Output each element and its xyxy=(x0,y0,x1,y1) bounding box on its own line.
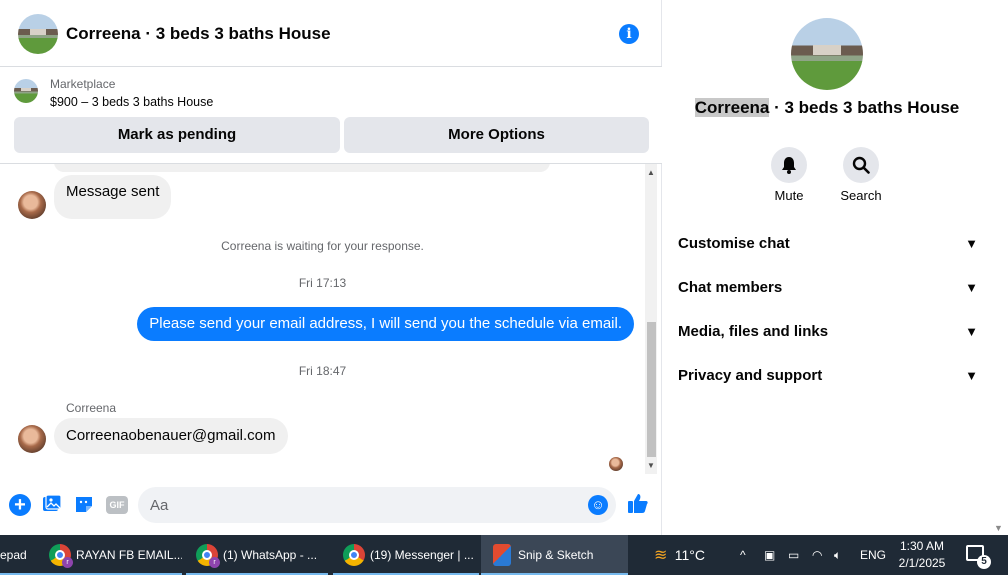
image-icon[interactable] xyxy=(41,494,63,516)
notification-count: 5 xyxy=(977,555,991,569)
timestamp: Fri 18:47 xyxy=(298,364,347,378)
scroll-down-icon[interactable]: ▼ xyxy=(645,460,657,472)
volume-icon[interactable]: 🔈︎ xyxy=(834,535,841,575)
listing-summary[interactable]: $900 – 3 beds 3 baths House xyxy=(50,95,213,109)
chevron-down-icon: ▼ xyxy=(965,324,978,339)
section-media-files-links[interactable]: Media, files and links ▼ xyxy=(678,323,978,347)
section-label: Customise chat xyxy=(678,235,790,252)
mark-as-pending-button[interactable]: Mark as pending xyxy=(14,117,340,153)
timestamp: Fri 17:13 xyxy=(298,276,347,290)
sender-name: Correena xyxy=(66,401,117,415)
info-title-rest: · 3 beds 3 baths House xyxy=(769,98,960,117)
clock-date: 2/1/2025 xyxy=(898,556,946,570)
scroll-thumb[interactable] xyxy=(647,322,656,457)
contact-avatar[interactable] xyxy=(18,425,46,453)
taskbar-item-snip-sketch[interactable]: Snip & Sketch xyxy=(481,535,628,575)
add-icon[interactable]: + xyxy=(9,494,31,516)
message-list: Message sent Correena is waiting for you… xyxy=(0,164,645,478)
chevron-down-icon: ▼ xyxy=(965,368,978,383)
section-label: Privacy and support xyxy=(678,367,823,384)
taskbar-item-label: epad xyxy=(0,548,27,562)
section-customise-chat[interactable]: Customise chat ▼ xyxy=(678,235,978,259)
taskbar-item-label: (19) Messenger | ... xyxy=(370,548,474,562)
scroll-down-icon[interactable]: ▼ xyxy=(994,523,1003,533)
message-input[interactable] xyxy=(138,487,616,523)
meet-now-icon[interactable]: ▣ xyxy=(764,535,775,575)
chevron-down-icon: ▼ xyxy=(965,236,978,251)
search-label: Search xyxy=(840,188,882,203)
contact-avatar[interactable] xyxy=(18,191,46,219)
scroll-up-icon[interactable]: ▲ xyxy=(645,167,657,179)
marketplace-bar: Marketplace $900 – 3 beds 3 baths House … xyxy=(0,67,662,164)
chevron-down-icon: ▼ xyxy=(965,280,978,295)
section-label: Media, files and links xyxy=(678,323,829,340)
waiting-notice: Correena is waiting for your response. xyxy=(221,239,424,253)
listing-thumbnail[interactable] xyxy=(14,79,38,103)
chat-pane: Correena · 3 beds 3 baths House i Market… xyxy=(0,0,662,535)
chat-header: Correena · 3 beds 3 baths House i xyxy=(0,0,662,67)
incoming-message[interactable]: Message sent xyxy=(54,175,172,219)
weather-widget[interactable]: ≋ 11°C xyxy=(654,535,724,575)
more-options-button[interactable]: More Options xyxy=(344,117,649,153)
section-privacy-support[interactable]: Privacy and support ▼ xyxy=(678,367,978,391)
emoji-icon[interactable]: ☺ xyxy=(588,495,608,515)
taskbar-item-label: RAYAN FB EMAIL... xyxy=(76,548,182,562)
read-receipt-avatar xyxy=(609,457,623,471)
weather-icon: ≋ xyxy=(654,547,668,564)
mute-label: Mute xyxy=(774,188,804,203)
weather-temp: 11°C xyxy=(674,547,705,563)
profile-badge-icon: r xyxy=(62,557,73,568)
listing-avatar[interactable] xyxy=(18,14,58,54)
composer: + GIF ☺ xyxy=(0,484,662,528)
show-hidden-icons-icon[interactable]: ^ xyxy=(740,535,746,575)
section-label: Chat members xyxy=(678,279,783,296)
chrome-icon xyxy=(343,544,365,566)
sticker-icon[interactable] xyxy=(73,494,95,516)
mute-button[interactable] xyxy=(771,147,807,183)
clock[interactable]: 1:30 AM 2/1/2025 xyxy=(885,538,959,572)
language-indicator[interactable]: ENG xyxy=(860,535,886,575)
thumbs-up-icon[interactable] xyxy=(627,492,649,520)
info-title: Correena · 3 beds 3 baths House xyxy=(663,98,991,118)
contact-name-highlight: Correena xyxy=(694,98,770,117)
search-button[interactable] xyxy=(843,147,879,183)
profile-photo[interactable] xyxy=(791,18,863,90)
taskbar-item-messenger[interactable]: (19) Messenger | ... xyxy=(333,535,479,575)
gif-icon[interactable]: GIF xyxy=(106,496,128,514)
taskbar-item-whatsapp[interactable]: r (1) WhatsApp - ... xyxy=(186,535,328,575)
taskbar-item-label: (1) WhatsApp - ... xyxy=(223,548,318,562)
message-scrollbar[interactable]: ▲ ▼ xyxy=(645,164,657,474)
wifi-icon[interactable]: ◠ xyxy=(812,535,822,575)
taskbar-item-chrome-email[interactable]: r RAYAN FB EMAIL... xyxy=(40,535,182,575)
snip-sketch-icon xyxy=(493,544,511,566)
taskbar-item-notepad[interactable]: epad xyxy=(0,535,40,575)
page-scrollbar[interactable]: ▼ xyxy=(991,0,1008,535)
chat-title[interactable]: Correena · 3 beds 3 baths House xyxy=(66,24,331,44)
clock-time: 1:30 AM xyxy=(899,539,945,553)
battery-icon[interactable]: ▭ xyxy=(788,535,799,575)
message-bubble-partial xyxy=(54,164,550,172)
screen: Correena · 3 beds 3 baths House i Market… xyxy=(0,0,1008,575)
info-panel: Correena · 3 beds 3 baths House Mute Sea… xyxy=(663,0,991,535)
profile-badge-icon: r xyxy=(209,557,220,568)
taskbar: epad r RAYAN FB EMAIL... r (1) WhatsApp … xyxy=(0,535,1008,575)
marketplace-label: Marketplace xyxy=(50,77,116,91)
section-chat-members[interactable]: Chat members ▼ xyxy=(678,279,978,303)
outgoing-message[interactable]: Please send your email address, I will s… xyxy=(137,307,634,341)
taskbar-item-label: Snip & Sketch xyxy=(518,548,594,562)
info-icon[interactable]: i xyxy=(619,24,639,44)
incoming-message[interactable]: Correenaobenauer@gmail.com xyxy=(54,418,288,454)
